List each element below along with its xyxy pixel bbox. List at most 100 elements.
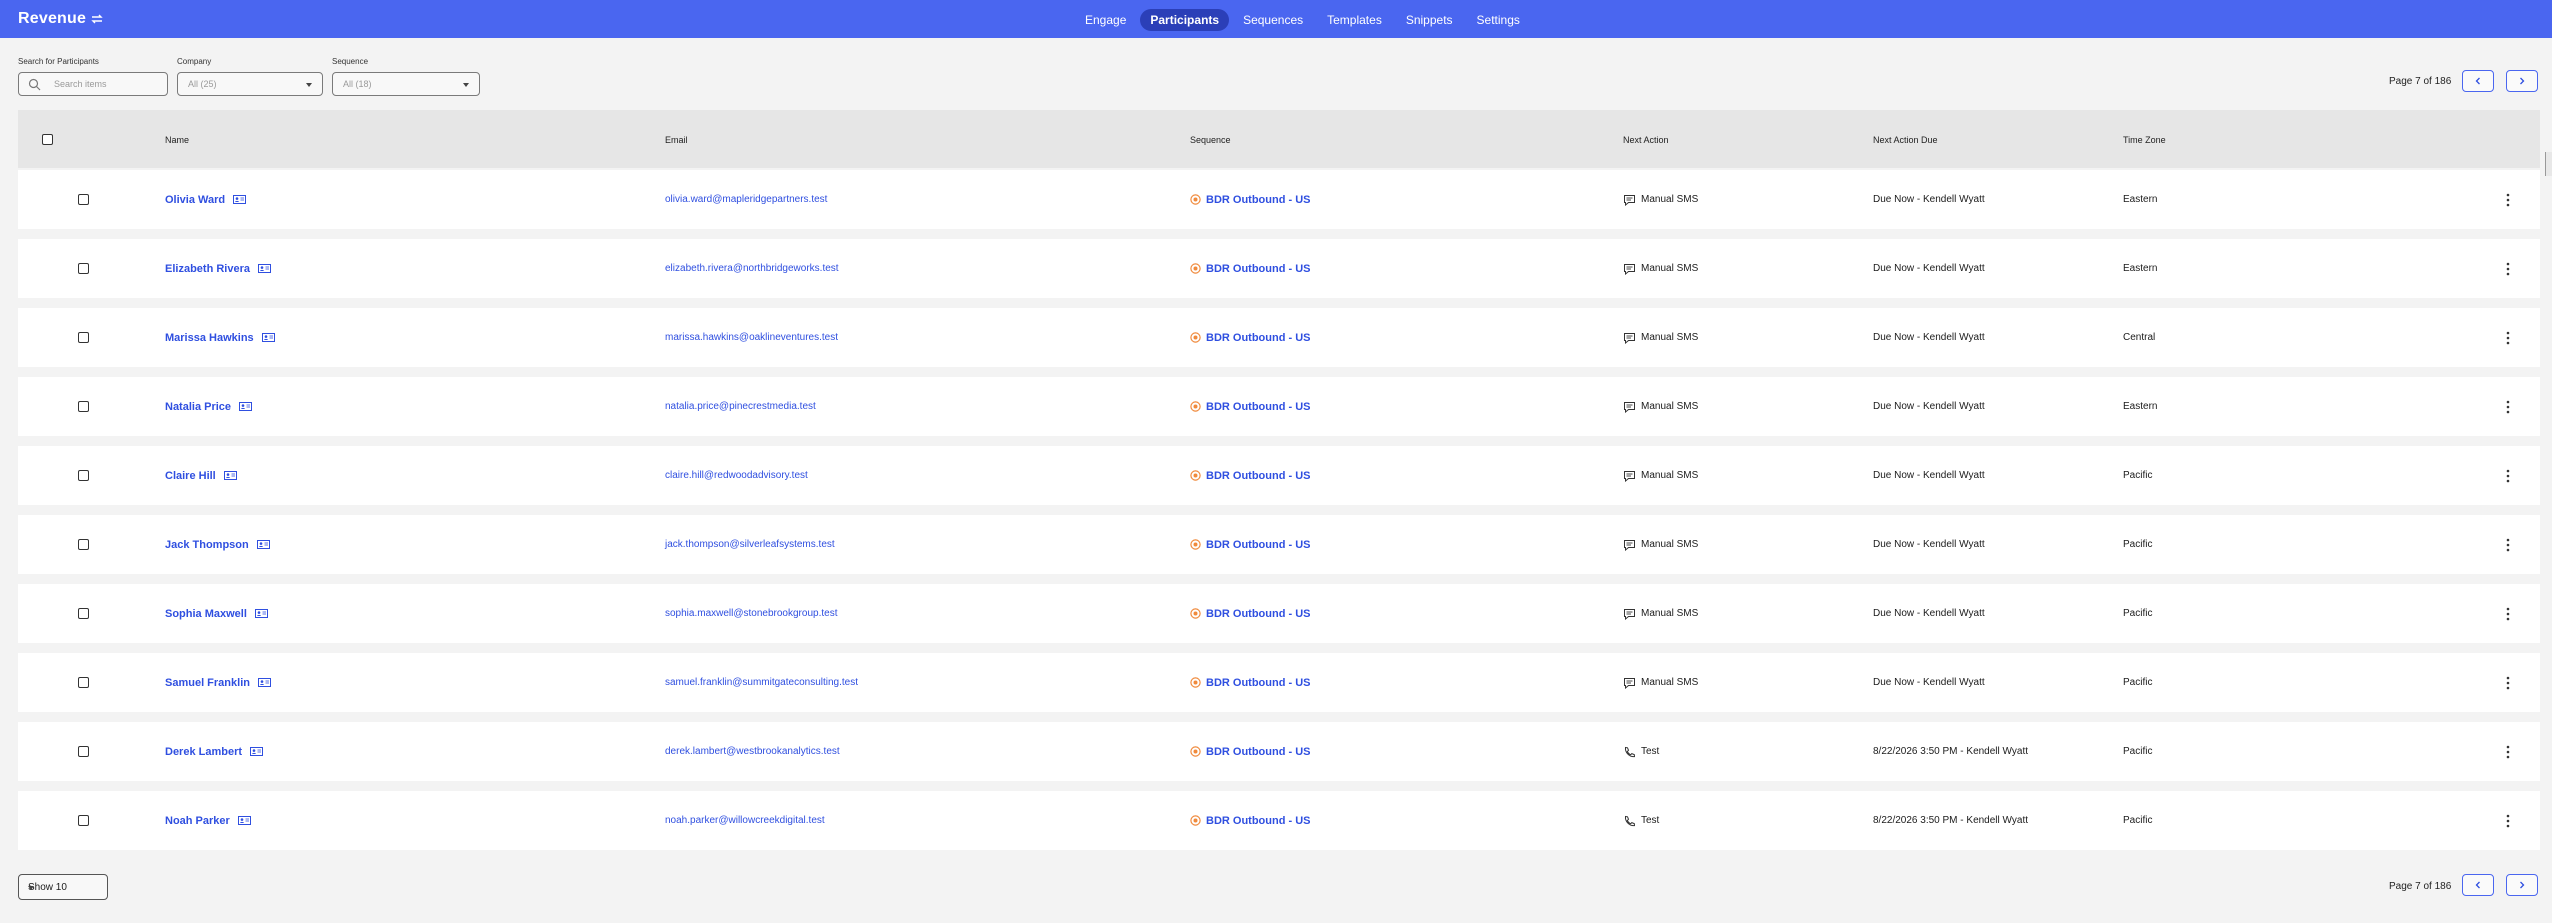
participant-name-link[interactable]: Marissa Hawkins xyxy=(165,332,254,344)
row-checkbox[interactable] xyxy=(78,677,89,688)
table-row[interactable]: Claire Hill claire.hill@redwoodadvisory.t… xyxy=(18,446,2540,505)
column-header-time-zone[interactable]: Time Zone xyxy=(2123,135,2166,145)
table-row[interactable]: Noah Parker noah.parker@willowcreekdigita… xyxy=(18,791,2540,850)
more-vertical-icon[interactable] xyxy=(2506,400,2510,414)
nav-snippets[interactable]: Snippets xyxy=(1396,9,1463,31)
next-page-button-bottom[interactable] xyxy=(2506,874,2538,896)
nav-templates[interactable]: Templates xyxy=(1317,9,1392,31)
participant-email-link[interactable]: samuel.franklin@summitgateconsulting.tes… xyxy=(665,677,858,688)
row-checkbox[interactable] xyxy=(78,401,89,412)
participant-email-link[interactable]: sophia.maxwell@stonebrookgroup.test xyxy=(665,608,837,619)
more-vertical-icon[interactable] xyxy=(2506,607,2510,621)
contact-card-icon[interactable] xyxy=(257,264,271,273)
sequence-link[interactable]: BDR Outbound - US xyxy=(1206,746,1310,758)
participant-name-link[interactable]: Claire Hill xyxy=(165,470,216,482)
table-row[interactable]: Sophia Maxwell sophia.maxwell@stonebrookg… xyxy=(18,584,2540,643)
more-vertical-icon[interactable] xyxy=(2506,745,2510,759)
row-checkbox[interactable] xyxy=(78,539,89,550)
sequence-link[interactable]: BDR Outbound - US xyxy=(1206,539,1310,551)
next-action-due-text: Due Now - Kendell Wyatt xyxy=(1873,401,1985,412)
time-zone-text: Eastern xyxy=(2123,263,2158,274)
more-vertical-icon[interactable] xyxy=(2506,262,2510,276)
participant-email-link[interactable]: noah.parker@willowcreekdigital.test xyxy=(665,815,825,826)
column-header-email[interactable]: Email xyxy=(665,135,688,145)
more-vertical-icon[interactable] xyxy=(2506,193,2510,207)
scrollbar-thumb[interactable] xyxy=(2545,152,2552,176)
sequence-link[interactable]: BDR Outbound - US xyxy=(1206,815,1310,827)
table-row[interactable]: Jack Thompson jack.thompson@silverleafsys… xyxy=(18,515,2540,574)
row-checkbox[interactable] xyxy=(78,470,89,481)
contact-card-icon[interactable] xyxy=(223,471,237,480)
column-header-name[interactable]: Name xyxy=(165,135,189,145)
company-select[interactable]: All (25) xyxy=(177,72,323,96)
participant-name-link[interactable]: Elizabeth Rivera xyxy=(165,263,250,275)
participant-name-link[interactable]: Samuel Franklin xyxy=(165,677,250,689)
prev-page-button[interactable] xyxy=(2462,70,2494,92)
sequence-link[interactable]: BDR Outbound - US xyxy=(1206,401,1310,413)
more-vertical-icon[interactable] xyxy=(2506,676,2510,690)
sequence-cell: BDR Outbound - US xyxy=(1190,239,1310,298)
row-checkbox[interactable] xyxy=(78,746,89,757)
row-checkbox[interactable] xyxy=(78,263,89,274)
contact-card-icon[interactable] xyxy=(254,609,268,618)
table-row[interactable]: Marissa Hawkins marissa.hawkins@oaklineve… xyxy=(18,308,2540,367)
more-vertical-icon[interactable] xyxy=(2506,469,2510,483)
next-action-due-text: Due Now - Kendell Wyatt xyxy=(1873,539,1985,550)
app-logo[interactable]: Revenue xyxy=(18,10,104,28)
table-row[interactable]: Elizabeth Rivera elizabeth.rivera@northbr… xyxy=(18,239,2540,298)
participant-email-link[interactable]: marissa.hawkins@oaklineventures.test xyxy=(665,332,838,343)
participant-email-link[interactable]: claire.hill@redwoodadvisory.test xyxy=(665,470,808,481)
more-vertical-icon[interactable] xyxy=(2506,814,2510,828)
participant-email-link[interactable]: derek.lambert@westbrookanalytics.test xyxy=(665,746,840,757)
participant-name-link[interactable]: Jack Thompson xyxy=(165,539,249,551)
participant-name-link[interactable]: Derek Lambert xyxy=(165,746,242,758)
table-row[interactable]: Derek Lambert derek.lambert@westbrookanal… xyxy=(18,722,2540,781)
search-input[interactable]: Search items xyxy=(18,72,168,96)
sequence-link[interactable]: BDR Outbound - US xyxy=(1206,677,1310,689)
table-row[interactable]: Natalia Price natalia.price@pinecrestmedi… xyxy=(18,377,2540,436)
column-header-next-action-due[interactable]: Next Action Due xyxy=(1873,135,1938,145)
participant-name-link[interactable]: Sophia Maxwell xyxy=(165,608,247,620)
contact-card-icon[interactable] xyxy=(257,678,271,687)
contact-card-icon[interactable] xyxy=(256,540,270,549)
nav-sequences[interactable]: Sequences xyxy=(1233,9,1313,31)
time-zone-text: Central xyxy=(2123,332,2156,343)
contact-card-icon[interactable] xyxy=(261,333,275,342)
table-row[interactable]: Samuel Franklin samuel.franklin@summitgat… xyxy=(18,653,2540,712)
row-checkbox[interactable] xyxy=(78,608,89,619)
row-menu-cell xyxy=(2506,515,2510,574)
sequence-link[interactable]: BDR Outbound - US xyxy=(1206,263,1310,275)
participant-name-link[interactable]: Noah Parker xyxy=(165,815,230,827)
sequence-link[interactable]: BDR Outbound - US xyxy=(1206,194,1310,206)
more-vertical-icon[interactable] xyxy=(2506,538,2510,552)
table-row[interactable]: Olivia Ward olivia.ward@mapleridgepartner… xyxy=(18,170,2540,229)
next-page-button[interactable] xyxy=(2506,70,2538,92)
more-vertical-icon[interactable] xyxy=(2506,331,2510,345)
participant-email-link[interactable]: jack.thompson@silverleafsystems.test xyxy=(665,539,835,550)
nav-participants[interactable]: Participants xyxy=(1140,9,1230,31)
contact-card-icon[interactable] xyxy=(250,747,264,756)
page-size-select[interactable]: Show 10 xyxy=(18,874,108,900)
participant-name-link[interactable]: Olivia Ward xyxy=(165,194,225,206)
column-header-sequence[interactable]: Sequence xyxy=(1190,135,1231,145)
column-header-next-action[interactable]: Next Action xyxy=(1623,135,1669,145)
select-all-checkbox[interactable] xyxy=(42,134,53,145)
contact-card-icon[interactable] xyxy=(239,402,253,411)
row-checkbox[interactable] xyxy=(78,815,89,826)
row-checkbox[interactable] xyxy=(78,332,89,343)
participant-email-link[interactable]: natalia.price@pinecrestmedia.test xyxy=(665,401,816,412)
nav-engage[interactable]: Engage xyxy=(1075,9,1136,31)
participant-email-link[interactable]: olivia.ward@mapleridgepartners.test xyxy=(665,194,827,205)
sequence-link[interactable]: BDR Outbound - US xyxy=(1206,608,1310,620)
participant-email-link[interactable]: elizabeth.rivera@northbridgeworks.test xyxy=(665,263,839,274)
sequence-select[interactable]: All (18) xyxy=(332,72,480,96)
participant-name-link[interactable]: Natalia Price xyxy=(165,401,231,413)
sequence-link[interactable]: BDR Outbound - US xyxy=(1206,470,1310,482)
row-checkbox[interactable] xyxy=(78,194,89,205)
nav-settings[interactable]: Settings xyxy=(1467,9,1530,31)
contact-card-icon[interactable] xyxy=(233,195,247,204)
sequence-icon xyxy=(1190,263,1201,274)
contact-card-icon[interactable] xyxy=(237,816,251,825)
prev-page-button-bottom[interactable] xyxy=(2462,874,2494,896)
sequence-link[interactable]: BDR Outbound - US xyxy=(1206,332,1310,344)
